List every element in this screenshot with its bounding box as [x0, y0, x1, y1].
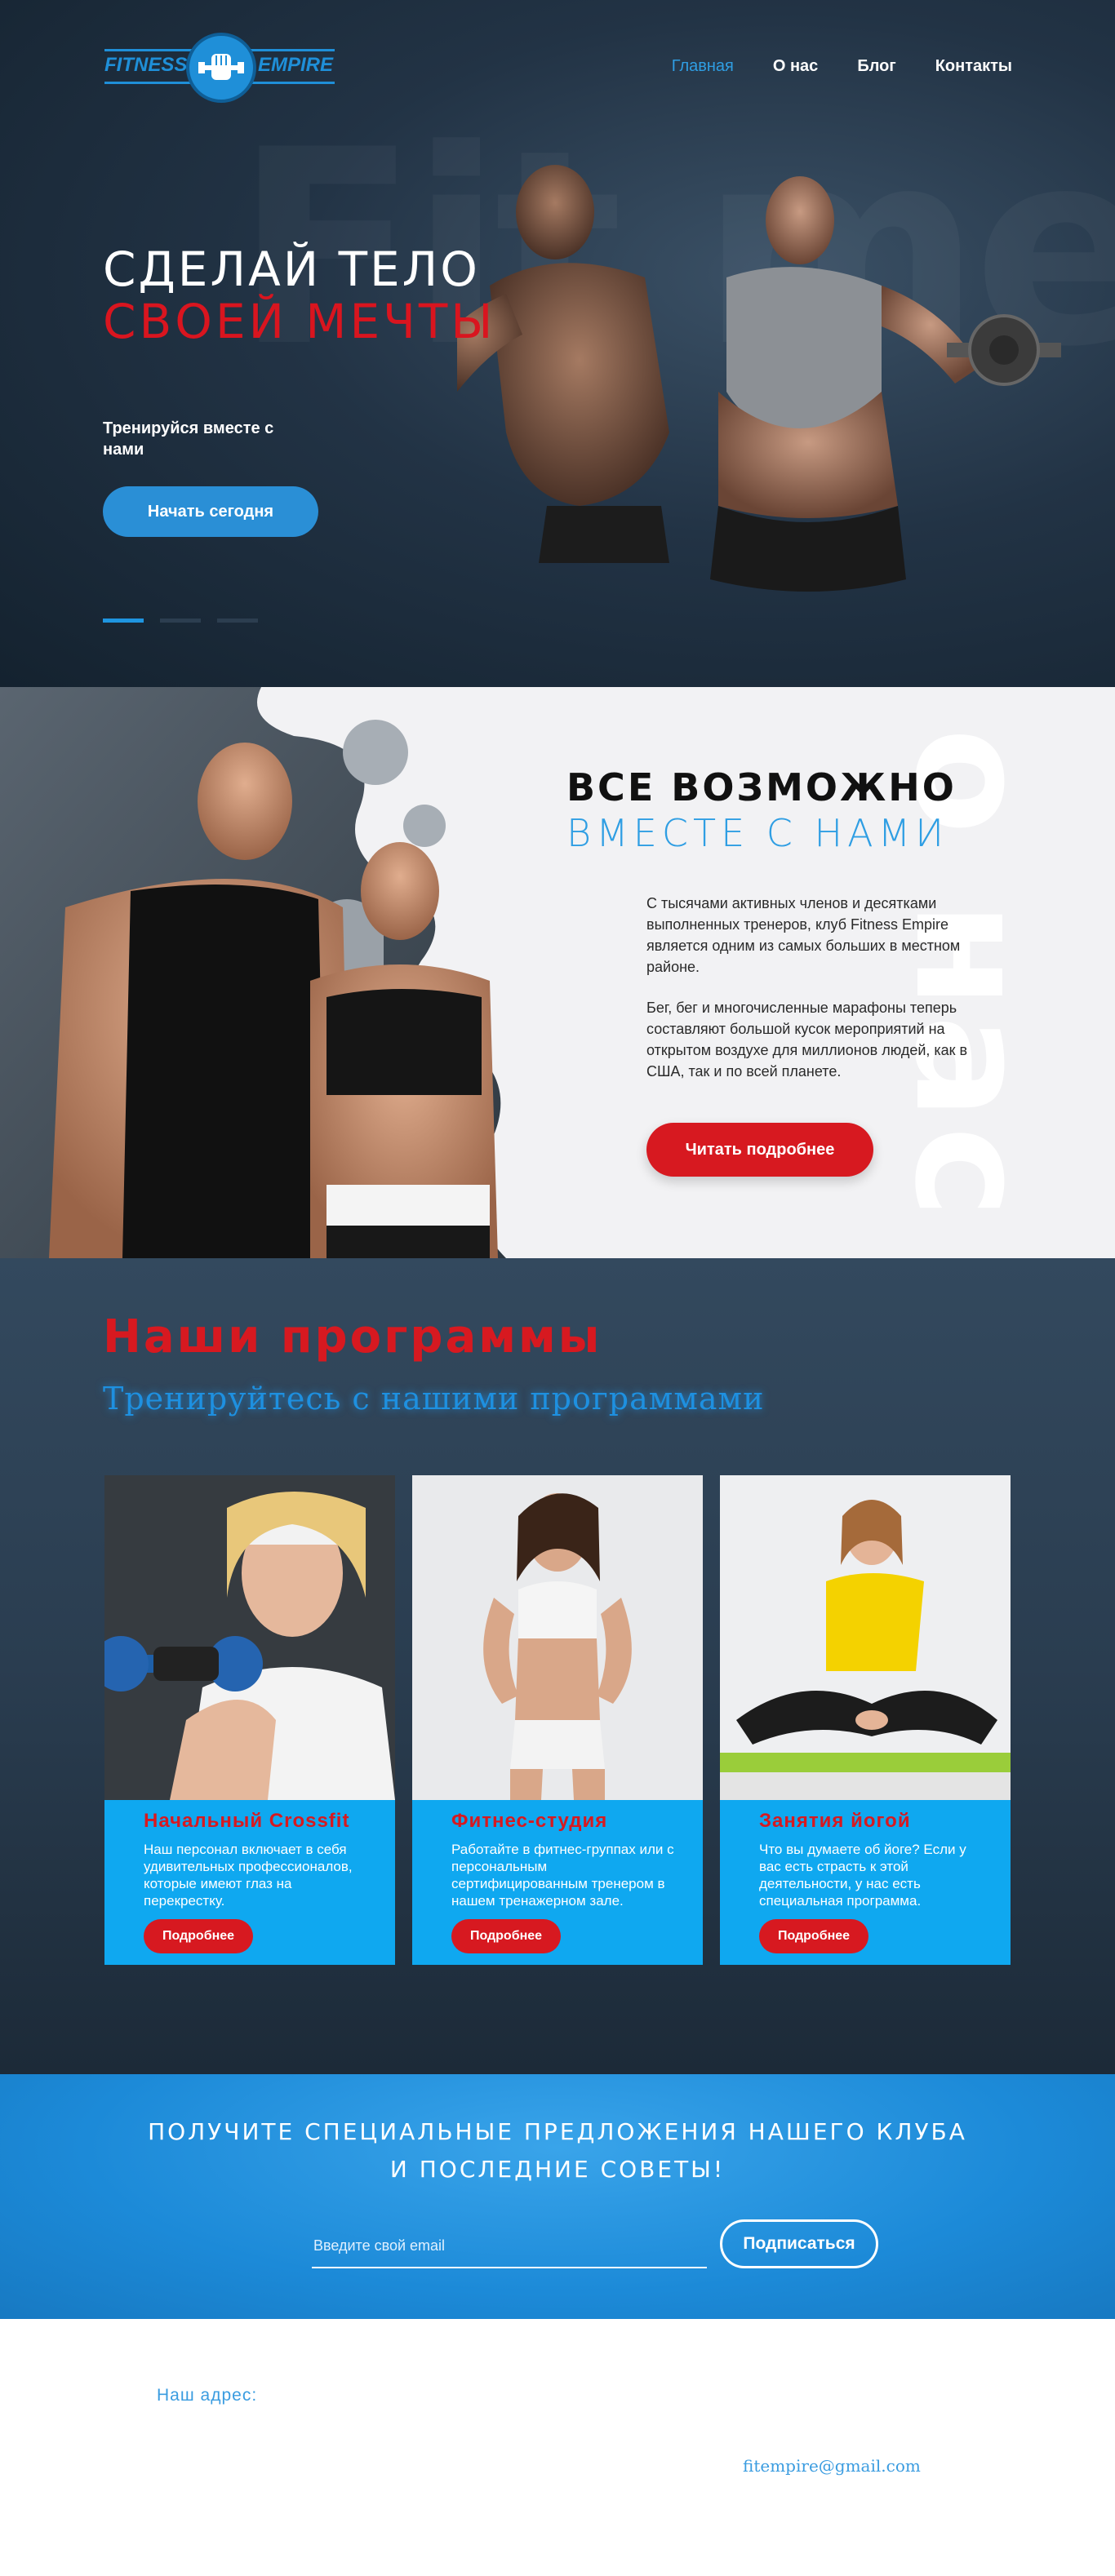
about-paragraph-1: С тысячами активных членов и десятками в…	[646, 895, 961, 975]
yoga-photo	[720, 1475, 1011, 1800]
program-card-fitness-studio[interactable]: Фитнес-студия Работайте в фитнес-группах…	[412, 1475, 703, 1965]
main-nav: Главная О нас Блог Контакты	[672, 57, 1012, 76]
nav-home[interactable]: Главная	[672, 57, 734, 76]
program-card-crossfit[interactable]: Начальный Crossfit Наш персонал включает…	[104, 1475, 395, 1965]
crossfit-photo	[104, 1475, 395, 1800]
program-details-button[interactable]: Подробнее	[451, 1919, 561, 1953]
slider-dot-1[interactable]	[103, 619, 144, 623]
about-couple-image	[0, 687, 506, 1258]
fitness-studio-photo	[412, 1475, 703, 1800]
subscribe-section: ПОЛУЧИТЕ СПЕЦИАЛЬНЫЕ ПРЕДЛОЖЕНИЯ НАШЕГО …	[0, 2074, 1115, 2319]
hero-section: Fit me FITNESS EMPIRE Главная О нас Блог…	[0, 0, 1115, 687]
about-subheading: ВМЕСТЕ С НАМИ	[566, 811, 948, 855]
email-input[interactable]	[312, 2224, 707, 2268]
fist-icon	[186, 33, 256, 103]
slider-dot-2[interactable]	[160, 619, 201, 623]
logo[interactable]: FITNESS EMPIRE	[104, 33, 335, 103]
slider-dots	[103, 619, 258, 623]
about-section: о нас ВСЕ ВОЗМОЖНО ВМЕСТЕ С НАМИ С тысяч…	[0, 687, 1115, 1258]
nav-blog[interactable]: Блог	[857, 57, 895, 76]
program-title: Начальный Crossfit	[144, 1810, 350, 1832]
program-description: Что вы думаете об йоге? Если у вас есть …	[759, 1842, 966, 1909]
program-title: Фитнес-студия	[451, 1810, 608, 1832]
program-details-button[interactable]: Подробнее	[144, 1919, 253, 1953]
about-heading: ВСЕ ВОЗМОЖНО	[566, 765, 957, 809]
address-label: Наш адрес:	[157, 2386, 258, 2405]
program-description: Работайте в фитнес-группах или с персона…	[451, 1842, 674, 1909]
read-more-button[interactable]: Читать подробнее	[646, 1123, 873, 1177]
hero-athletes-image	[457, 165, 1061, 592]
slider-dot-3[interactable]	[217, 619, 258, 623]
programs-subheading: Тренируйтесь с нашими программами	[103, 1381, 765, 1417]
hero-title-line1: СДЕЛАЙ ТЕЛО	[103, 242, 480, 297]
subscribe-button[interactable]: Подписаться	[720, 2219, 878, 2268]
program-card-yoga[interactable]: Занятия йогой Что вы думаете об йоге? Ес…	[720, 1475, 1011, 1965]
logo-text-left: FITNESS	[104, 54, 188, 76]
program-description: Наш персонал включает в себя удивительны…	[144, 1842, 353, 1909]
about-paragraph-2: Бег, бег и многочисленные марафоны тепер…	[646, 1000, 968, 1080]
subscribe-heading: ПОЛУЧИТЕ СПЕЦИАЛЬНЫЕ ПРЕДЛОЖЕНИЯ НАШЕГО …	[148, 2118, 967, 2145]
program-details-button[interactable]: Подробнее	[759, 1919, 868, 1953]
programs-section: Наши программы Тренируйтесь с нашими про…	[0, 1258, 1115, 2074]
subscribe-subheading: И ПОСЛЕДНИЕ СОВЕТЫ!	[389, 2156, 726, 2183]
contact-email-link[interactable]: fitempire@gmail.com	[743, 2456, 921, 2476]
hero-title-line2: СВОЕЙ МЕЧТЫ	[103, 294, 496, 349]
programs-heading: Наши программы	[103, 1310, 602, 1363]
footer: Наш адрес: fitempire@gmail.com	[0, 2319, 1115, 2576]
program-title: Занятия йогой	[759, 1810, 911, 1832]
nav-contacts[interactable]: Контакты	[935, 57, 1012, 76]
nav-about[interactable]: О нас	[773, 57, 818, 76]
hero-subtitle: Тренируйся вместе с нами	[103, 419, 274, 459]
logo-text-right: EMPIRE	[258, 54, 334, 76]
start-today-button[interactable]: Начать сегодня	[103, 486, 318, 537]
